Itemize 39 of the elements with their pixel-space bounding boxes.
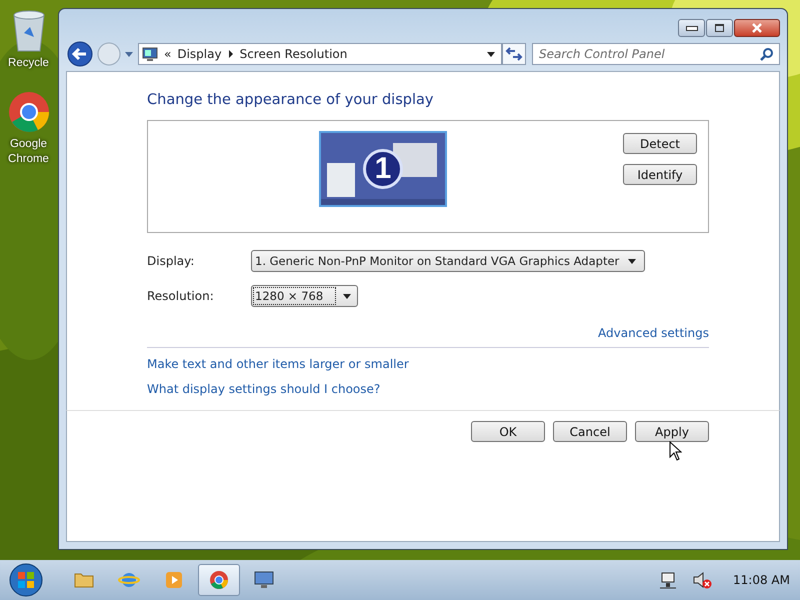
mouse-pointer-icon [669,441,682,461]
browser-icon [208,568,230,592]
dropdown[interactable]: 1280 × 768 [251,285,358,307]
network-icon[interactable] [659,571,678,589]
breadcrumb-arrow-icon[interactable] [228,50,234,58]
dialog-button[interactable]: Apply [635,421,709,442]
desktop-icon-label[interactable]: Recycle [8,56,49,71]
clock[interactable]: 11:08 AM [733,573,790,587]
page-heading: Change the appearance of your display [147,92,434,108]
field-label: Display: [147,254,196,268]
dropdown-arrow-icon [628,258,636,264]
dropdown-arrow-icon[interactable] [487,52,495,56]
action-button[interactable]: Detect [623,133,697,154]
search-field[interactable]: Search Control Panel [532,43,780,65]
back-button[interactable] [66,40,94,68]
close-button[interactable] [734,19,780,37]
monitor-tile[interactable]: 1 [319,131,447,207]
breadcrumb-chevron[interactable]: « [164,47,172,61]
breadcrumb-item[interactable]: Display [177,47,222,61]
maximize-button[interactable] [706,19,733,37]
dialog-button[interactable]: OK [471,421,545,442]
action-button[interactable]: Identify [623,164,697,185]
advanced-settings-link[interactable]: Advanced settings [598,326,709,340]
minimize-button[interactable] [678,19,705,37]
desktop-icon-label[interactable]: Google Chrome [0,137,57,167]
help-link[interactable]: Make text and other items larger or smaller [147,357,409,371]
search-icon [760,47,774,61]
taskbar-button[interactable] [198,564,240,596]
breadcrumb-item[interactable]: Screen Resolution [240,47,348,61]
field-label: Resolution: [147,289,215,303]
monitor-icon [142,46,158,62]
help-link[interactable]: What display settings should I choose? [147,382,380,396]
volume-muted-icon[interactable] [692,571,712,589]
address-bar[interactable]: « Display Screen Resolution [138,43,502,65]
dropdown-arrow-icon [343,294,352,298]
close-icon [751,23,763,33]
dropdown[interactable]: 1. Generic Non-PnP Monitor on Standard VGA Graphics Adapter [251,250,646,272]
dialog-button[interactable]: Cancel [553,421,627,442]
start-button[interactable] [8,562,44,598]
